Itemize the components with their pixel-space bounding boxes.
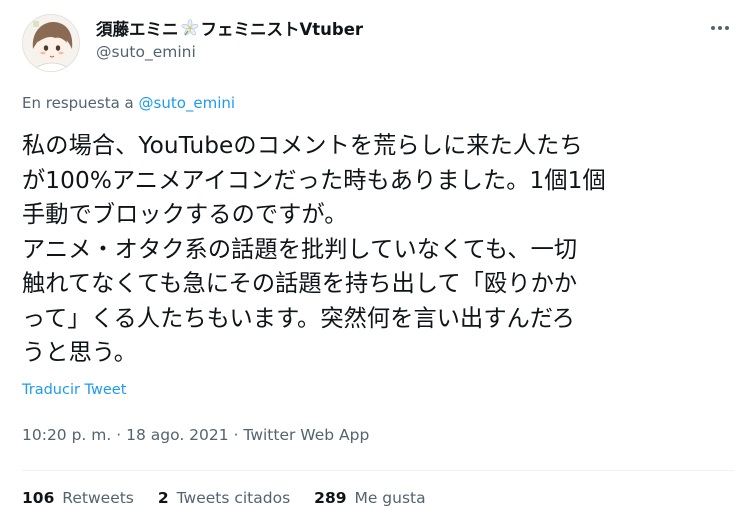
flower-icon — [181, 19, 199, 37]
more-options-button[interactable] — [704, 14, 736, 42]
tweet-card: 須藤エミニ フェミニストVtuber @suto_emini En respue… — [0, 0, 754, 531]
display-name-part1: 須藤エミニ — [96, 20, 179, 39]
tweet-text-line: アニメ・オタク系の話題を批判していなくても、一切 — [22, 235, 578, 263]
tweet-time[interactable]: 10:20 p. m. — [22, 426, 111, 444]
more-dot-icon — [718, 26, 722, 30]
tweet-stats: 106 Retweets 2 Tweets citados 289 Me gus… — [22, 489, 450, 507]
avatar[interactable] — [22, 14, 80, 72]
retweets-stat[interactable]: 106 Retweets — [22, 489, 134, 507]
tweet-meta: 10:20 p. m. · 18 ago. 2021 · Twitter Web… — [22, 426, 369, 444]
meta-separator: · — [116, 426, 127, 444]
retweets-count: 106 — [22, 489, 55, 507]
retweets-label: Retweets — [62, 489, 134, 507]
tweet-text-line: が100%アニメアイコンだった時もありました。1個1個 — [22, 166, 606, 194]
translate-tweet-link[interactable]: Traducir Tweet — [22, 382, 126, 398]
tweet-text: 私の場合、YouTubeのコメントを荒らしに来た人たち が100%アニメアイコン… — [22, 129, 734, 371]
tweet-text-line: 私の場合、YouTubeのコメントを荒らしに来た人たち — [22, 132, 583, 159]
more-dot-icon — [711, 26, 715, 30]
tweet-text-line: うと思う。 — [22, 339, 138, 366]
reply-mention-link[interactable]: @suto_emini — [139, 94, 236, 112]
meta-separator: · — [233, 426, 244, 444]
reply-prefix: En respuesta a — [22, 94, 139, 112]
divider — [22, 470, 734, 471]
user-handle[interactable]: @suto_emini — [96, 43, 196, 61]
anime-avatar-icon — [23, 15, 79, 71]
more-dot-icon — [725, 26, 729, 30]
likes-label: Me gusta — [354, 489, 426, 507]
tweet-text-line: 手動でブロックするのですが。 — [22, 201, 348, 228]
tweet-text-line: 触れてなくても急にその話題を持ち出して「殴りかか — [22, 270, 578, 297]
likes-stat[interactable]: 289 Me gusta — [314, 489, 425, 507]
quote-tweets-label: Tweets citados — [176, 489, 291, 507]
tweet-date[interactable]: 18 ago. 2021 — [126, 426, 229, 444]
quote-tweets-count: 2 — [157, 489, 169, 507]
display-name[interactable]: 須藤エミニ フェミニストVtuber — [96, 17, 363, 39]
reply-context: En respuesta a @suto_emini — [22, 94, 235, 112]
tweet-text-line: って」くる人たちもいます。突然何を言い出すんだろ — [22, 304, 576, 332]
tweet-source-app[interactable]: Twitter Web App — [243, 426, 369, 444]
likes-count: 289 — [314, 489, 347, 507]
display-name-part2: フェミニストVtuber — [200, 20, 364, 39]
quote-tweets-stat[interactable]: 2 Tweets citados — [158, 489, 290, 507]
